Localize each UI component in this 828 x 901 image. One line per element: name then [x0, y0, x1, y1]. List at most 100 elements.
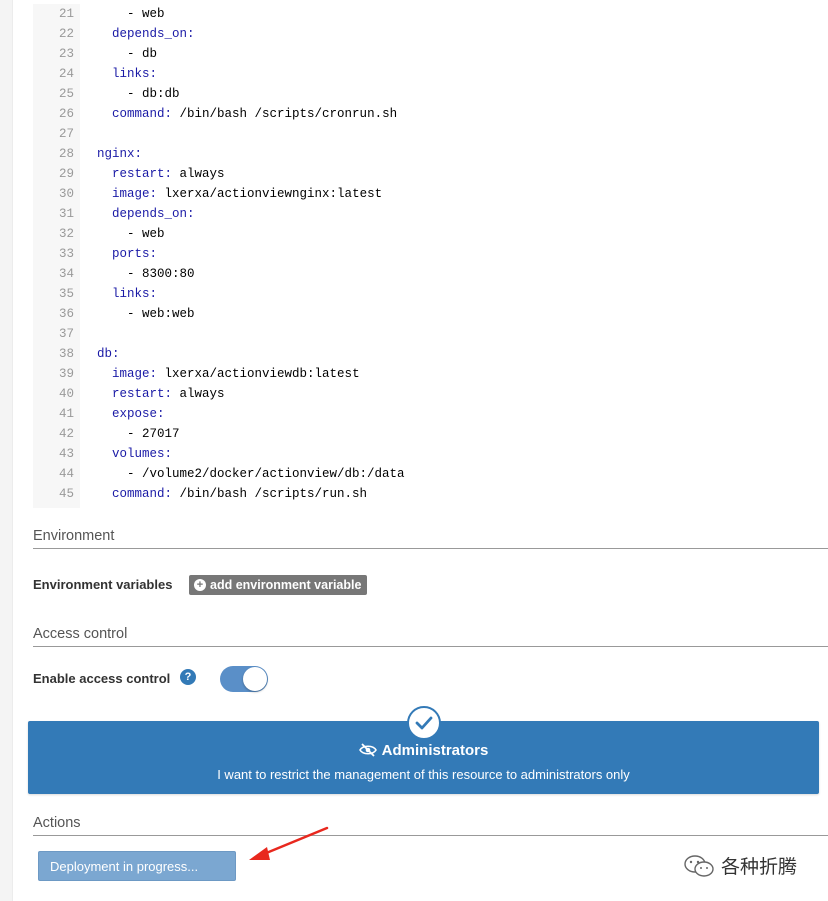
deploy-button[interactable]: Deployment in progress... [38, 851, 236, 881]
question-circle-icon[interactable]: ? [180, 669, 196, 685]
code-key: depends_on: [112, 207, 195, 221]
code-line: 41 expose: [33, 404, 828, 424]
code-value: /bin/bash /scripts/run.sh [172, 487, 368, 501]
code-text: - db:db [97, 84, 180, 104]
code-line: 43 volumes: [33, 444, 828, 464]
enable-access-control-label: Enable access control [33, 671, 171, 686]
code-value: - 27017 [127, 427, 180, 441]
line-number: 38 [58, 347, 74, 361]
code-text: expose: [97, 404, 165, 424]
code-line: 34 - 8300:80 [33, 264, 828, 284]
code-line: 38 db: [33, 344, 828, 364]
line-number: 42 [58, 427, 74, 441]
eye-slash-icon [358, 743, 377, 757]
code-text: depends_on: [97, 204, 195, 224]
code-text: - web [97, 224, 165, 244]
code-key: links: [112, 67, 158, 81]
plus-circle-icon: + [194, 579, 206, 591]
code-line: 23 - db [33, 44, 828, 64]
code-line: 42 - 27017 [33, 424, 828, 444]
code-value: always [172, 167, 225, 181]
add-environment-variable-label: add environment variable [210, 578, 362, 592]
line-number: 24 [58, 67, 74, 81]
line-number: 30 [58, 187, 74, 201]
code-text: depends_on: [97, 24, 195, 44]
code-text: command: /bin/bash /scripts/cronrun.sh [97, 104, 397, 124]
line-number: 44 [58, 467, 74, 481]
code-text: image: lxerxa/actionviewdb:latest [97, 364, 360, 384]
code-text: - web:web [97, 304, 195, 324]
code-line: 28 nginx: [33, 144, 828, 164]
administrators-title: Administrators [28, 742, 819, 759]
code-text: ports: [97, 244, 157, 264]
code-text: - 27017 [97, 424, 180, 444]
actions-section-title: Actions [33, 815, 828, 836]
code-text: volumes: [97, 444, 172, 464]
check-circle-icon [407, 706, 441, 740]
red-arrow-annotation [249, 826, 329, 860]
code-text: restart: always [97, 384, 225, 404]
code-line: 24 links: [33, 64, 828, 84]
environment-section-title: Environment [33, 528, 828, 549]
administrators-title-text: Administrators [381, 742, 489, 759]
code-line: 22 depends_on: [33, 24, 828, 44]
code-key: expose: [112, 407, 165, 421]
line-number: 26 [58, 107, 74, 121]
code-key: command: [112, 107, 173, 121]
line-number: 41 [58, 407, 74, 421]
code-key: ports: [112, 247, 158, 261]
line-number: 32 [58, 227, 74, 241]
code-key: volumes: [112, 447, 173, 461]
compose-editor[interactable]: 21 - web 22 depends_on: 23 - db 24 links: 25… [33, 4, 828, 508]
code-text: - web [97, 4, 165, 24]
code-text: nginx: [97, 144, 142, 164]
code-value: - web [127, 227, 165, 241]
code-line: 33 ports: [33, 244, 828, 264]
code-key: nginx: [97, 147, 143, 161]
code-line: 32 - web [33, 224, 828, 244]
code-key: command: [112, 487, 173, 501]
code-value: - db [127, 47, 158, 61]
code-key: depends_on: [112, 27, 195, 41]
add-environment-variable-button[interactable]: + add environment variable [189, 575, 368, 595]
code-line: 21 - web [33, 4, 828, 24]
code-key: image: [112, 187, 158, 201]
code-text: - 8300:80 [97, 264, 195, 284]
code-line: 44 - /volume2/docker/actionview/db:/data [33, 464, 828, 484]
line-number: 22 [58, 27, 74, 41]
access-control-toggle[interactable] [220, 666, 268, 692]
line-number: 27 [58, 127, 74, 141]
code-key: restart: [112, 167, 173, 181]
code-line: 39 image: lxerxa/actionviewdb:latest [33, 364, 828, 384]
code-text: image: lxerxa/actionviewnginx:latest [97, 184, 382, 204]
code-key: db: [97, 347, 120, 361]
left-panel-edge [0, 0, 13, 901]
code-value: lxerxa/actionviewdb:latest [157, 367, 360, 381]
code-text: links: [97, 284, 157, 304]
line-number: 31 [58, 207, 74, 221]
code-line: 31 depends_on: [33, 204, 828, 224]
code-text: links: [97, 64, 157, 84]
code-text: db: [97, 344, 120, 364]
environment-variables-label: Environment variables [33, 577, 173, 592]
code-value: lxerxa/actionviewnginx:latest [157, 187, 383, 201]
code-key: image: [112, 367, 158, 381]
line-number: 28 [58, 147, 74, 161]
code-value: /bin/bash /scripts/cronrun.sh [172, 107, 398, 121]
code-line: 37 [33, 324, 828, 344]
code-line: 30 image: lxerxa/actionviewnginx:latest [33, 184, 828, 204]
watermark-text: 各种折腾 [721, 857, 798, 878]
code-line: 35 links: [33, 284, 828, 304]
wechat-icon [684, 854, 714, 877]
